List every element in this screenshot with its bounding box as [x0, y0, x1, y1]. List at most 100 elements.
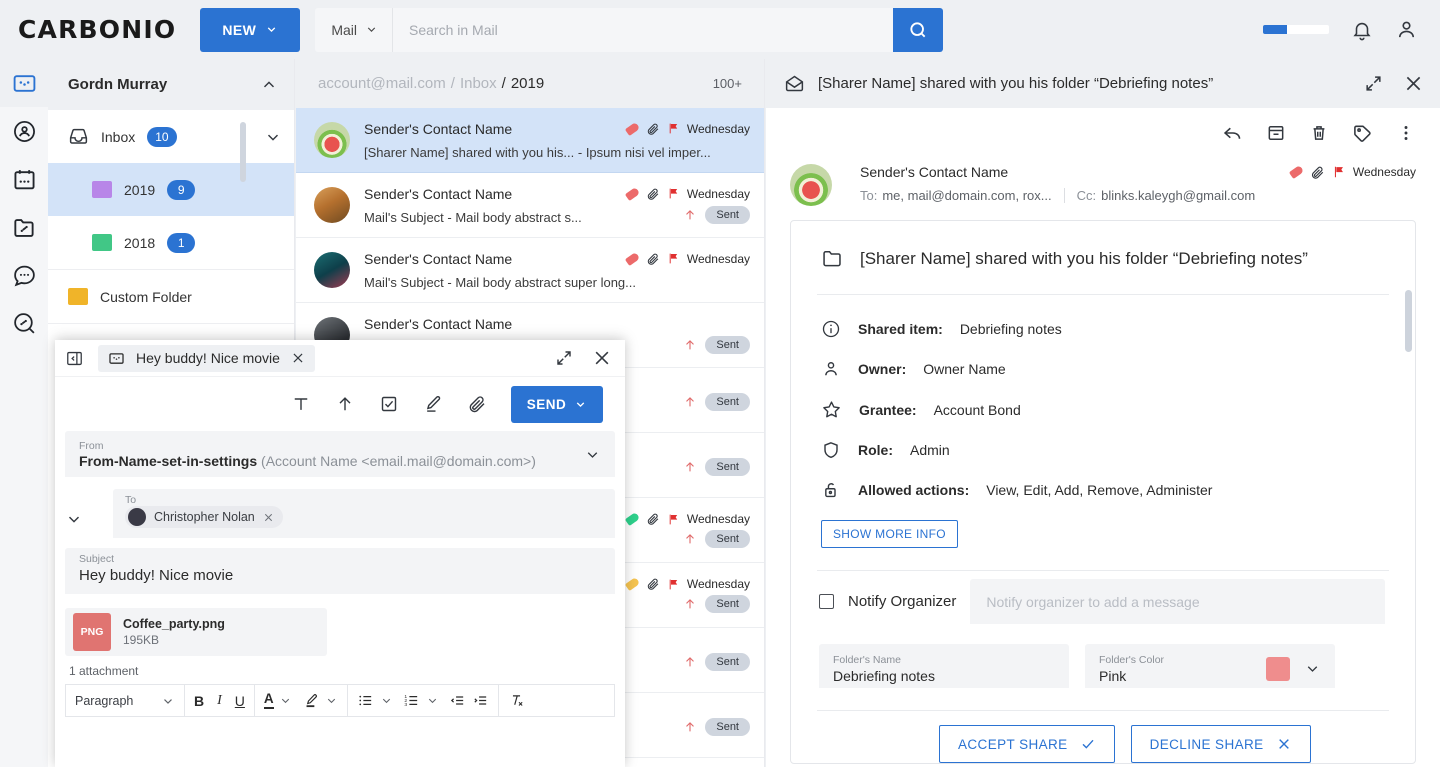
sidebar-scrollbar[interactable] — [240, 122, 246, 182]
mail-list-item[interactable]: Sender's Contact NameWednesdayMail's Sub… — [296, 238, 764, 303]
mail-list-item[interactable]: Sender's Contact NameWednesday[Sharer Na… — [296, 108, 764, 173]
more-options-icon[interactable] — [1396, 123, 1416, 143]
mail-date: Wednesday — [687, 512, 750, 526]
account-header[interactable]: Gordn Murray — [48, 59, 294, 110]
breadcrumb-inbox[interactable]: Inbox — [460, 75, 497, 92]
flag-icon — [667, 187, 680, 200]
notify-message-input[interactable]: Notify organizer to add a message — [970, 579, 1385, 624]
chevron-down-icon[interactable] — [264, 128, 282, 146]
rail-item-chats[interactable] — [0, 251, 48, 299]
notifications-bell-icon[interactable] — [1351, 19, 1373, 41]
underline-button[interactable]: U — [235, 693, 245, 709]
sent-arrow-icon — [683, 720, 697, 734]
folder-color-swatch — [1266, 657, 1290, 681]
to-field[interactable]: To Christopher Nolan — [113, 489, 615, 538]
accept-share-button[interactable]: ACCEPT SHARE — [939, 725, 1115, 763]
sent-arrow-icon — [683, 460, 697, 474]
expand-icon[interactable] — [1364, 74, 1383, 93]
rail-item-files[interactable] — [0, 203, 48, 251]
show-more-info-button[interactable]: SHOW MORE INFO — [821, 520, 958, 548]
highlighter-icon[interactable] — [303, 692, 320, 709]
sidebar-item-label: Custom Folder — [100, 289, 192, 305]
indent-icon[interactable] — [472, 692, 489, 709]
sidebar-item-inbox[interactable]: Inbox 10 — [48, 110, 294, 163]
sidebar-item-custom-folder[interactable]: Custom Folder — [48, 270, 294, 323]
chevron-down-icon[interactable] — [426, 694, 439, 707]
paragraph-style-group[interactable]: Paragraph — [66, 685, 185, 716]
bulleted-list-icon[interactable] — [357, 692, 374, 709]
remove-recipient-icon[interactable] — [263, 512, 274, 523]
sent-arrow-icon — [683, 208, 697, 222]
breadcrumb: account@mail.com / Inbox / 2019 100+ — [296, 59, 764, 108]
chevron-down-icon[interactable] — [279, 694, 292, 707]
decline-share-button[interactable]: DECLINE SHARE — [1131, 725, 1311, 763]
collapse-panel-icon[interactable] — [65, 349, 84, 368]
rich-text-toolbar: Paragraph B I U A — [65, 684, 615, 717]
sidebar-item-2018[interactable]: 2018 1 — [48, 216, 294, 269]
recipient-chip[interactable]: Christopher Nolan — [125, 506, 283, 528]
detail-label: Shared item: — [858, 321, 943, 337]
detail-row-owner: Owner: Owner Name — [791, 349, 1415, 389]
from-field[interactable]: From From-Name-set-in-settings (Account … — [65, 431, 615, 477]
search-module-selector[interactable]: Mail — [315, 8, 393, 52]
bold-button[interactable]: B — [194, 693, 204, 709]
user-account-icon[interactable] — [1395, 18, 1418, 41]
flag-icon — [667, 578, 680, 591]
clear-format-icon[interactable] — [508, 692, 525, 709]
new-button[interactable]: NEW — [200, 8, 300, 52]
archive-icon[interactable] — [1266, 123, 1286, 143]
rail-item-contacts[interactable] — [0, 107, 48, 155]
sidebar-item-label: 2019 — [124, 182, 155, 198]
chevron-down-icon[interactable] — [1304, 660, 1321, 677]
reply-icon[interactable] — [1222, 123, 1243, 144]
checklist-icon[interactable] — [379, 394, 399, 414]
chevron-down-icon[interactable] — [65, 510, 83, 528]
attachment-item[interactable]: PNG Coffee_party.png 195KB — [65, 608, 327, 656]
search-submit-button[interactable] — [893, 8, 943, 52]
tag-icon[interactable] — [1352, 123, 1373, 144]
close-icon — [1276, 736, 1292, 752]
chevron-down-icon[interactable] — [584, 446, 601, 463]
from-value: From-Name-set-in-settings (Account Name … — [79, 453, 584, 469]
close-icon[interactable] — [592, 348, 612, 368]
close-icon[interactable] — [291, 351, 305, 365]
search-input[interactable] — [393, 8, 893, 52]
italic-button[interactable]: I — [217, 693, 222, 709]
sidebar-item-2019[interactable]: 2019 9 — [48, 163, 294, 216]
tag-icon — [1289, 165, 1304, 179]
reading-pane-scrollbar[interactable] — [1405, 290, 1412, 352]
numbered-list-icon[interactable]: 123 — [403, 692, 420, 709]
subject-field[interactable]: Subject Hey buddy! Nice movie — [65, 548, 615, 594]
text-format-icon[interactable] — [291, 394, 311, 414]
send-later-icon[interactable] — [335, 394, 355, 414]
folder-count-badge: 9 — [167, 180, 195, 200]
delete-icon[interactable] — [1309, 123, 1329, 143]
chevron-down-icon[interactable] — [325, 694, 338, 707]
rail-item-calendar[interactable] — [0, 155, 48, 203]
chevron-down-icon[interactable] — [380, 694, 393, 707]
notify-organizer-checkbox[interactable] — [819, 594, 834, 609]
compose-tab[interactable]: Hey buddy! Nice movie — [98, 345, 315, 372]
rail-item-mail[interactable] — [0, 59, 48, 107]
folder-name-field[interactable]: Folder's Name Debriefing notes — [819, 644, 1069, 688]
signature-icon[interactable] — [423, 394, 443, 414]
chevron-down-icon[interactable] — [161, 694, 175, 708]
chevron-up-icon[interactable] — [260, 76, 278, 94]
breadcrumb-separator: / — [502, 75, 506, 92]
close-icon[interactable] — [1403, 73, 1424, 94]
expand-icon[interactable] — [555, 349, 573, 367]
avatar — [314, 122, 350, 158]
search-bar: Mail — [315, 8, 943, 52]
font-color-button[interactable]: A — [264, 692, 274, 708]
attachment-icon[interactable] — [467, 394, 487, 414]
outdent-icon[interactable] — [449, 692, 466, 709]
folder-color-field[interactable]: Folder's Color Pink — [1085, 644, 1335, 688]
chevron-down-icon — [365, 23, 378, 36]
send-button[interactable]: SEND — [511, 386, 603, 423]
breadcrumb-account[interactable]: account@mail.com — [318, 75, 446, 92]
message-actions-toolbar — [766, 108, 1440, 158]
status-badge: Sent — [705, 718, 750, 736]
message-header: Sender's Contact Name Wednesday To: — [766, 158, 1440, 220]
mail-list-item[interactable]: Sender's Contact NameWednesdayMail's Sub… — [296, 173, 764, 238]
rail-item-search[interactable] — [0, 299, 48, 347]
